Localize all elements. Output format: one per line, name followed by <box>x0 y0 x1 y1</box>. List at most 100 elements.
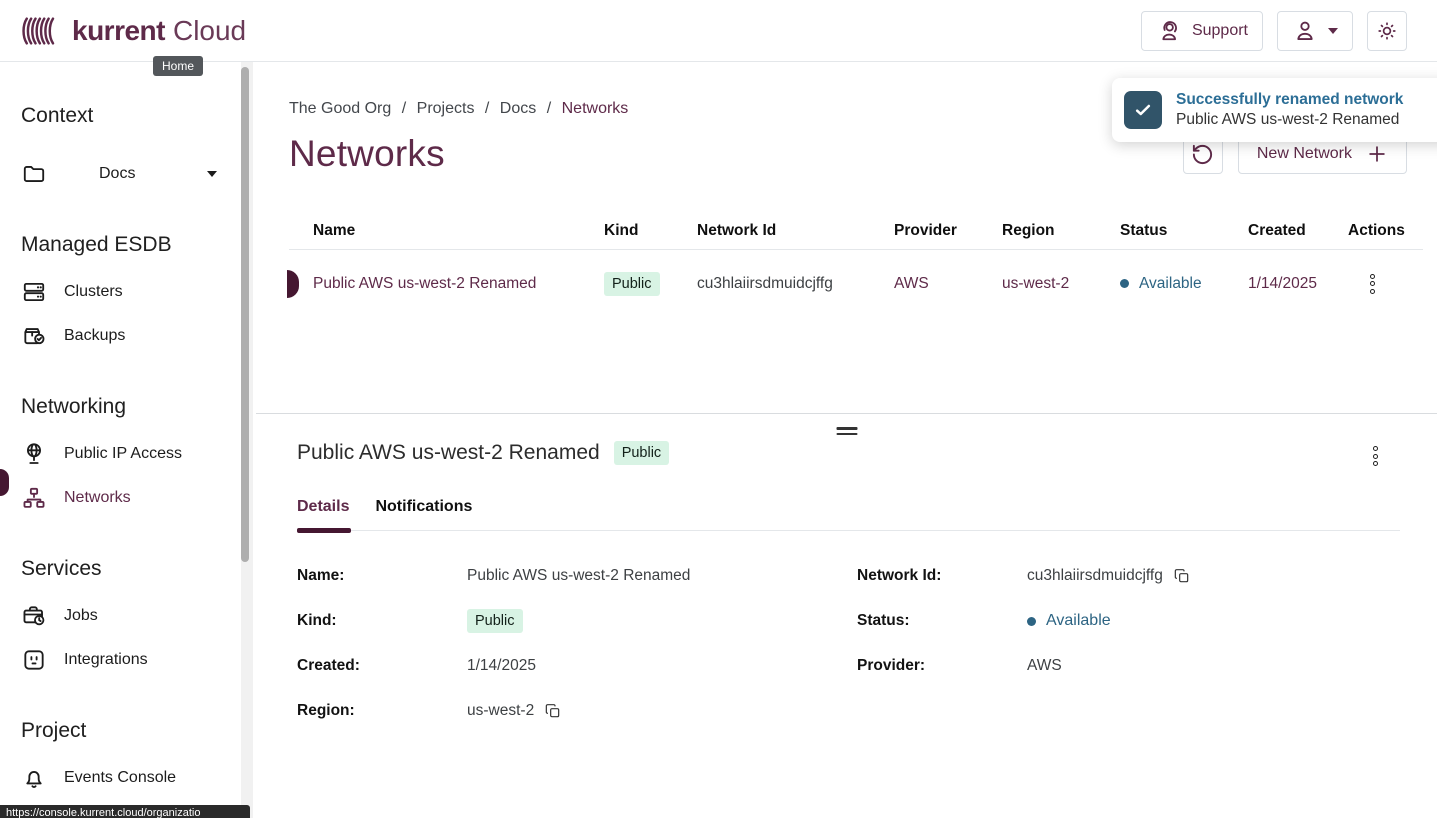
sidebar-scrollbar-thumb[interactable] <box>241 67 249 562</box>
detail-title: Public AWS us-west-2 Renamed <box>297 441 600 465</box>
field-value: 1/14/2025 <box>467 657 536 675</box>
detail-kind-badge: Public <box>614 441 670 465</box>
sidebar-item-label: Networks <box>64 489 131 507</box>
sidebar-heading-managed-esdb: Managed ESDB <box>21 233 255 257</box>
field-value: Public AWS us-west-2 Renamed <box>467 567 690 585</box>
sidebar-item-public-ip-access[interactable]: Public IP Access <box>21 432 255 476</box>
status-label: Available <box>1046 612 1111 630</box>
breadcrumb-separator: / <box>547 100 551 117</box>
breadcrumb-projects[interactable]: Projects <box>417 100 475 117</box>
sidebar-item-label: Events Console <box>64 769 176 787</box>
home-tooltip: Home <box>153 56 203 76</box>
field-label: Created: <box>297 657 467 675</box>
field-label: Region: <box>297 702 467 720</box>
column-header-created: Created <box>1224 222 1324 240</box>
field-created: Created: 1/14/2025 <box>297 654 857 678</box>
logo-waves-icon <box>20 12 62 50</box>
user-icon <box>1292 18 1318 44</box>
field-value: us-west-2 <box>467 702 534 720</box>
sidebar-item-jobs[interactable]: Jobs <box>21 594 255 638</box>
brand-suffix: Cloud <box>173 15 246 47</box>
status-dot <box>1027 617 1036 626</box>
field-value: AWS <box>1027 657 1062 675</box>
breadcrumb-separator: / <box>485 100 489 117</box>
detail-panel: Public AWS us-west-2 Renamed Public Deta… <box>256 413 1437 818</box>
table-header-row: Name Kind Network Id Provider Region Sta… <box>289 212 1423 250</box>
sidebar-item-backups[interactable]: Backups <box>21 314 255 358</box>
toast-message: Public AWS us-west-2 Renamed <box>1176 110 1403 130</box>
sidebar-heading-project: Project <box>21 719 255 743</box>
row-actions-kebab-icon[interactable] <box>1362 272 1382 296</box>
column-header-name: Name <box>289 222 580 240</box>
sidebar-item-events-console[interactable]: Events Console <box>21 756 255 800</box>
field-label: Network Id: <box>857 567 1027 585</box>
toast-success-icon <box>1124 91 1162 129</box>
context-selector[interactable]: Docs <box>21 152 217 196</box>
toast-title: Successfully renamed network <box>1176 90 1403 110</box>
tab-notifications[interactable]: Notifications <box>375 498 472 516</box>
breadcrumb-org[interactable]: The Good Org <box>289 100 391 117</box>
row-status: Available <box>1096 275 1224 293</box>
sidebar-item-label: Backups <box>64 327 125 345</box>
tab-details[interactable]: Details <box>297 498 349 516</box>
home-tooltip-label: Home <box>162 59 194 73</box>
sidebar-item-networks[interactable]: Networks <box>21 476 255 520</box>
field-kind: Kind: Public <box>297 609 857 633</box>
sidebar-item-label: Clusters <box>64 283 123 301</box>
column-header-provider: Provider <box>870 222 978 240</box>
bell-icon <box>21 765 47 791</box>
column-header-network-id: Network Id <box>673 222 870 240</box>
user-menu-button[interactable] <box>1277 11 1353 51</box>
clusters-icon <box>21 279 47 305</box>
sidebar-heading-networking: Networking <box>21 395 255 419</box>
row-provider: AWS <box>870 275 978 293</box>
brand-name: kurrent <box>72 15 165 47</box>
detail-actions-kebab-icon[interactable] <box>1365 444 1385 468</box>
networks-table: Name Kind Network Id Provider Region Sta… <box>289 212 1423 317</box>
context-selector-value: Docs <box>99 165 135 183</box>
main-content: The Good Org / Projects / Docs / Network… <box>256 62 1437 818</box>
detail-fields: Name: Public AWS us-west-2 Renamed Kind:… <box>297 564 1407 744</box>
toast-body: Successfully renamed network Public AWS … <box>1176 90 1403 130</box>
sidebar-item-integrations[interactable]: Integrations <box>21 638 255 682</box>
sidebar-item-clusters[interactable]: Clusters <box>21 270 255 314</box>
breadcrumb-project[interactable]: Docs <box>500 100 536 117</box>
integrations-icon <box>21 647 47 673</box>
chevron-down-icon <box>207 171 217 177</box>
folder-icon <box>21 161 47 187</box>
sidebar-scrollbar-track[interactable] <box>241 62 253 818</box>
table-row[interactable]: Public AWS us-west-2 Renamed Public cu3h… <box>289 250 1423 317</box>
kind-badge: Public <box>604 272 660 296</box>
globe-icon <box>21 441 47 467</box>
field-status: Status: Available <box>857 609 1407 633</box>
detail-fields-right: Network Id: cu3hlaiirsdmuidcjffg Status: <box>857 564 1407 744</box>
row-network-id: cu3hlaiirsdmuidcjffg <box>673 275 870 293</box>
support-button[interactable]: Support <box>1141 11 1263 51</box>
status-dot <box>1120 279 1129 288</box>
row-region: us-west-2 <box>978 275 1096 293</box>
row-name[interactable]: Public AWS us-west-2 Renamed <box>289 275 580 293</box>
theme-toggle-button[interactable] <box>1367 11 1407 51</box>
copy-region-button[interactable] <box>545 703 561 719</box>
toast-notification[interactable]: Successfully renamed network Public AWS … <box>1112 78 1437 142</box>
column-header-status: Status <box>1096 222 1224 240</box>
new-network-label: New Network <box>1257 145 1352 163</box>
kind-badge: Public <box>467 609 523 633</box>
column-header-actions: Actions <box>1324 222 1423 240</box>
copy-network-id-button[interactable] <box>1174 568 1190 584</box>
row-created: 1/14/2025 <box>1224 275 1324 293</box>
sidebar-item-label: Jobs <box>64 607 98 625</box>
detail-tabs: Details Notifications <box>297 498 1400 531</box>
link-status-url: https://console.kurrent.cloud/organizati… <box>6 807 200 818</box>
support-icon <box>1156 18 1182 44</box>
field-label: Provider: <box>857 657 1027 675</box>
field-label: Kind: <box>297 612 467 630</box>
plus-icon <box>1366 143 1388 165</box>
field-value: cu3hlaiirsdmuidcjffg <box>1027 567 1163 585</box>
sun-icon <box>1375 19 1399 43</box>
app-header: kurrent Cloud Support <box>0 0 1437 62</box>
brand-logo[interactable]: kurrent Cloud <box>20 12 246 50</box>
networks-icon <box>21 485 47 511</box>
status-label: Available <box>1139 275 1202 293</box>
column-header-kind: Kind <box>580 222 673 240</box>
